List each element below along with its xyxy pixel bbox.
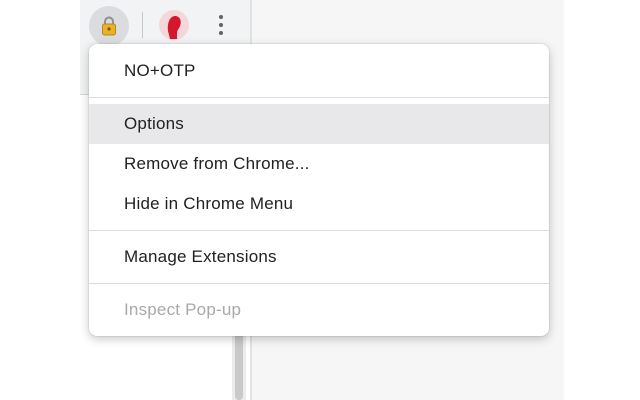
menu-item-label: Inspect Pop-up (124, 300, 242, 319)
kebab-dot (219, 31, 223, 35)
menu-item-options[interactable]: Options (89, 104, 549, 144)
menu-item-manage-extensions[interactable]: Manage Extensions (89, 237, 549, 277)
menu-separator (89, 283, 549, 284)
extension-context-menu: NO+OTP Options Remove from Chrome... Hid… (89, 44, 549, 336)
extension-button[interactable] (89, 6, 129, 46)
menu-item-inspect-popup: Inspect Pop-up (89, 290, 549, 330)
scrollbar[interactable] (232, 330, 246, 400)
scrollbar-thumb[interactable] (235, 330, 243, 400)
profile-avatar-icon (159, 10, 189, 40)
menu-item-label: Remove from Chrome... (124, 154, 310, 173)
menu-separator (89, 230, 549, 231)
lock-icon (102, 16, 116, 36)
menu-item-remove-from-chrome[interactable]: Remove from Chrome... (89, 144, 549, 184)
menu-item-hide-in-chrome-menu[interactable]: Hide in Chrome Menu (89, 184, 549, 224)
menu-item-label: Options (124, 114, 184, 133)
menu-item-extension-name[interactable]: NO+OTP (89, 51, 549, 91)
menu-item-label: NO+OTP (124, 61, 196, 80)
profile-avatar[interactable] (158, 9, 190, 41)
menu-item-label: Manage Extensions (124, 247, 277, 266)
toolbar-separator (142, 12, 143, 38)
menu-item-label: Hide in Chrome Menu (124, 194, 294, 213)
more-options-icon[interactable] (208, 10, 234, 40)
kebab-dot (219, 23, 223, 27)
kebab-dot (219, 15, 223, 19)
menu-separator (89, 97, 549, 98)
browser-window: NO+OTP Options Remove from Chrome... Hid… (0, 0, 640, 400)
